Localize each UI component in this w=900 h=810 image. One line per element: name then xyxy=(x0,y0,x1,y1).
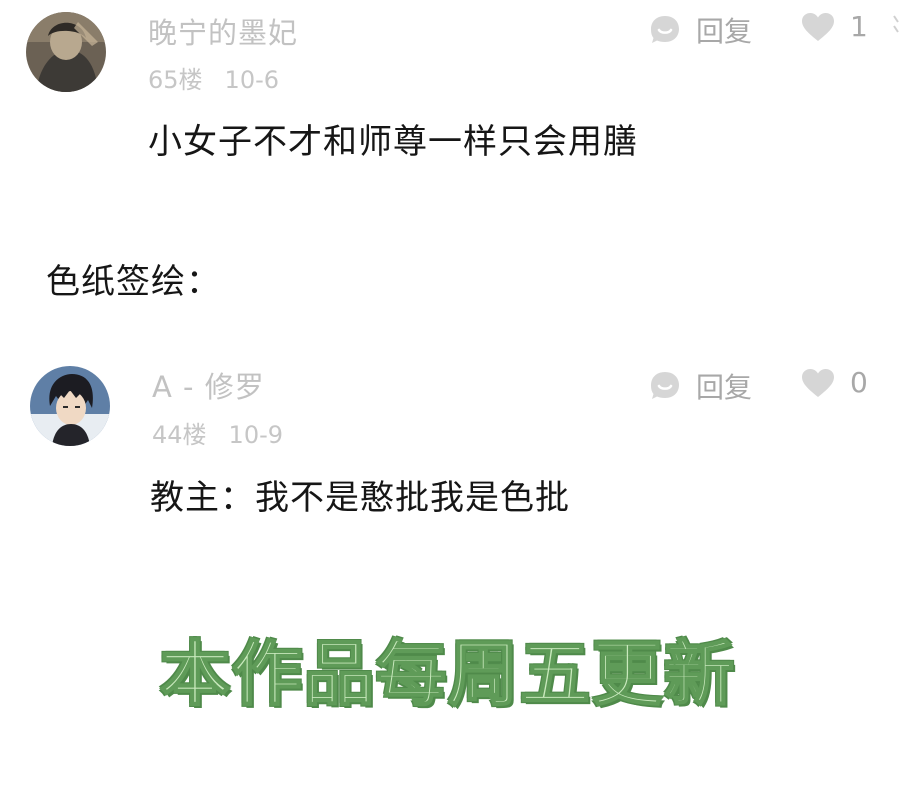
avatar-image xyxy=(30,366,110,446)
heart-icon xyxy=(802,368,834,397)
comment-date: 10-9 xyxy=(228,421,284,449)
like-button[interactable]: 0 xyxy=(800,366,868,399)
reply-bubble-icon xyxy=(651,372,679,399)
comment-item-2: A - 修罗 44楼 10-9 回复 0 教主：我不是憨批我是色批 xyxy=(0,0,900,520)
update-schedule-banner: 本作品每周五更新 xyxy=(159,632,736,716)
comment-meta: 44楼 10-9 xyxy=(152,415,283,450)
avatar[interactable] xyxy=(30,366,110,446)
like-count: 0 xyxy=(850,366,868,399)
comment-text: 教主：我不是憨批我是色批 xyxy=(150,478,570,518)
reply-label: 回复 xyxy=(696,371,753,404)
floor-number: 44楼 xyxy=(152,421,207,449)
username[interactable]: A - 修罗 xyxy=(152,364,265,406)
reply-button[interactable]: 回复 xyxy=(648,366,752,406)
